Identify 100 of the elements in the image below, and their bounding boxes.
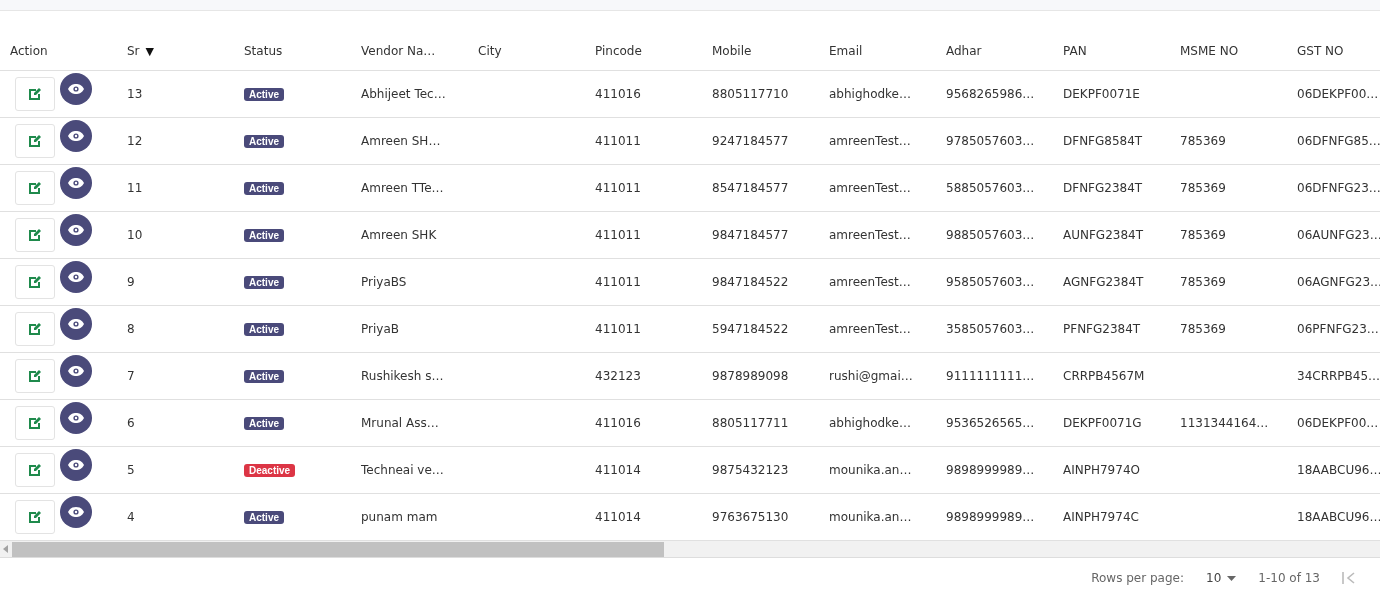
table-cell: CRRPB4567M [1063,369,1145,383]
column-header[interactable]: Status [244,44,283,58]
edit-button[interactable] [15,218,55,252]
table-cell: amreenTest… [829,228,911,242]
edit-icon [28,228,42,242]
view-button[interactable] [60,402,92,434]
column-header[interactable]: GST NO [1297,44,1344,58]
table-cell: 12 [127,134,143,148]
eye-icon [68,460,84,470]
table-cell: 785369 [1180,322,1226,336]
status-badge: Active [244,322,284,336]
table-cell: 6 [127,416,135,430]
table-cell: PriyaBS [361,275,407,289]
scrollbar-thumb[interactable] [12,541,664,557]
edit-button[interactable] [15,77,55,111]
table-cell: 5 [127,463,135,477]
table-cell: 11 [127,181,143,195]
table-cell: 432123 [595,369,641,383]
view-button[interactable] [60,355,92,387]
view-button[interactable] [60,449,92,481]
column-header[interactable]: City [478,44,502,58]
column-header[interactable]: PAN [1063,44,1087,58]
column-header[interactable]: MSME NO [1180,44,1239,58]
eye-icon [68,366,84,376]
table-cell: mounika.an… [829,463,912,477]
table-cell: 9898999989… [946,463,1035,477]
table-cell: mounika.an… [829,510,912,524]
table-cell: PriyaB [361,322,399,336]
view-button[interactable] [60,167,92,199]
table-cell: 411011 [595,134,641,148]
status-badge: Active [244,87,284,101]
table-cell: 06DEKPF00… [1297,87,1379,101]
table-cell: 9568265986… [946,87,1035,101]
edit-icon [28,134,42,148]
table-cell: amreenTest… [829,181,911,195]
column-header[interactable]: Email [829,44,863,58]
table-cell: 06DFNFG85… [1297,134,1380,148]
view-button[interactable] [60,120,92,152]
sort-indicator[interactable]: ▼ [145,44,155,58]
table-cell: 06AGNFG23… [1297,275,1380,289]
column-header[interactable]: Mobile [712,44,752,58]
table-cell: 9785057603… [946,134,1035,148]
table-cell: Techneai ve… [361,463,444,477]
view-button[interactable] [60,496,92,528]
table-cell: 18AABCU96… [1297,510,1380,524]
table-cell: 411016 [595,87,641,101]
edit-button[interactable] [15,359,55,393]
eye-icon [68,507,84,517]
view-button[interactable] [60,261,92,293]
table-cell: 5885057603… [946,181,1035,195]
table-cell: 5947184522 [712,322,789,336]
view-button[interactable] [60,214,92,246]
edit-button[interactable] [15,453,55,487]
column-header[interactable]: Action [10,44,48,58]
table-cell: 9878989098 [712,369,789,383]
eye-icon [68,272,84,282]
page-range: 1-10 of 13 [1258,571,1320,585]
table-cell: AINPH7974O [1063,463,1140,477]
eye-icon [68,178,84,188]
view-button[interactable] [60,308,92,340]
column-header[interactable]: Pincode [595,44,642,58]
table-cell: amreenTest… [829,322,911,336]
table-cell: Amreen TTe… [361,181,444,195]
table-cell: 8 [127,322,135,336]
edit-button[interactable] [15,265,55,299]
table-cell: 8805117710 [712,87,789,101]
table-cell: 9111111111… [946,369,1035,383]
table-cell: 8547184577 [712,181,789,195]
edit-button[interactable] [15,500,55,534]
edit-button[interactable] [15,124,55,158]
status-badge: Active [244,134,284,148]
rows-per-page-select[interactable]: 10 [1206,571,1237,585]
table-cell: DFNFG8584T [1063,134,1143,148]
table-cell: 1131344164… [1180,416,1269,430]
table-cell: 9536526565… [946,416,1035,430]
table-cell: 411011 [595,322,641,336]
column-header[interactable]: Adhar [946,44,982,58]
column-header[interactable]: Sr [127,44,140,58]
table-cell: 9885057603… [946,228,1035,242]
edit-button[interactable] [15,312,55,346]
edit-button[interactable] [15,406,55,440]
edit-button[interactable] [15,171,55,205]
table-cell: AUNFG2384T [1063,228,1144,242]
table-cell: 9585057603… [946,275,1035,289]
table-cell: abhighodke… [829,87,911,101]
table-cell: Amreen SHK [361,228,437,242]
view-button[interactable] [60,73,92,105]
column-header[interactable]: Vendor Na… [361,44,436,58]
table-cell: amreenTest… [829,275,911,289]
table-cell: 9847184577 [712,228,789,242]
table-cell: DEKPF0071G [1063,416,1142,430]
table-cell: 9247184577 [712,134,789,148]
table-cell: 4 [127,510,135,524]
table-cell: 785369 [1180,228,1226,242]
edit-icon [28,87,42,101]
status-badge: Deactive [244,463,296,477]
status-badge: Active [244,181,284,195]
table-cell: 06DFNFG23… [1297,181,1380,195]
table-cell: 785369 [1180,181,1226,195]
table-cell: 18AABCU96… [1297,463,1380,477]
